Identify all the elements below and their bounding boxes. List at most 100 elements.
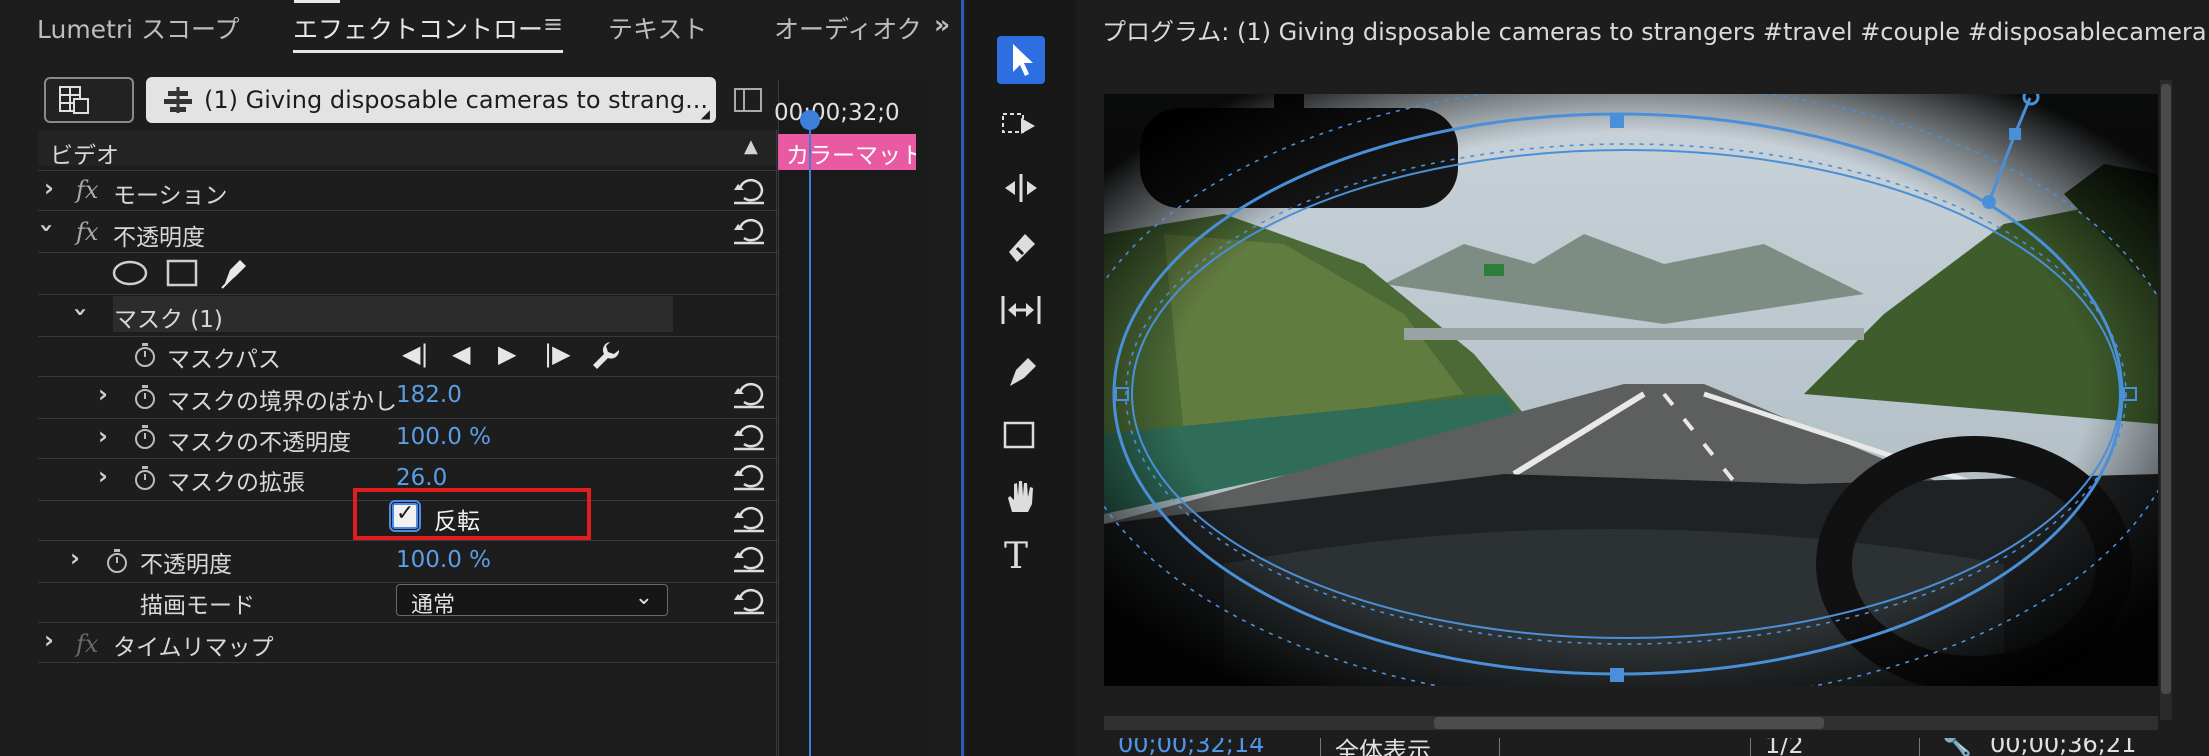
expand-chevron-icon[interactable]: › [70,544,80,572]
video-frame[interactable] [1104,94,2158,686]
mask-feather-label: マスクの境界のぼかし [167,389,397,415]
video-section-header [38,130,778,166]
rectangle-tool-icon[interactable] [1002,418,1040,454]
stopwatch-icon[interactable] [134,384,156,410]
expand-chevron-icon[interactable]: › [44,626,54,654]
tab-audio-clip[interactable]: オーディオクリ [774,10,924,46]
row-divider [38,294,778,295]
master-clip-button[interactable] [44,77,134,123]
reset-icon[interactable] [732,380,766,410]
sequence-icon [164,87,192,113]
track-forward-frame-icon[interactable]: |▶ [544,340,571,368]
row-divider [38,376,778,377]
resolution-select[interactable]: 1/2 [1750,738,1920,756]
expand-chevron-icon[interactable]: › [98,462,108,490]
pen-tool-icon[interactable] [1004,354,1038,390]
wrench-icon[interactable] [590,340,620,370]
stopwatch-icon[interactable] [134,342,156,368]
ripple-edit-tool-icon[interactable] [1001,170,1041,206]
slip-tool-icon[interactable] [1000,292,1042,328]
hand-tool-icon[interactable] [1002,478,1040,516]
expand-chevron-icon[interactable]: › [98,380,108,408]
blend-mode-select[interactable]: 通常 ⌄ [396,584,668,618]
mask-label[interactable]: マスク (1) [114,300,223,334]
timeline-timecode: 00;00;32;0 [774,100,900,126]
fx-icon[interactable]: fx [76,630,98,658]
reset-icon[interactable] [732,586,766,616]
track-backward-icon[interactable]: ◀ [452,340,470,368]
reset-icon[interactable] [732,176,766,206]
rectangle-mask-icon[interactable] [166,258,200,288]
horizontal-scroll-thumb[interactable] [1434,717,1824,729]
opacity-property-label: 不透明度 [140,552,232,578]
clip-name: (1) Giving disposable cameras to strang.… [204,86,708,114]
expand-chevron-icon[interactable]: › [44,174,54,202]
vertical-scroll-thumb[interactable] [2161,84,2171,694]
track-forward-icon[interactable]: ▶ [498,340,516,368]
collapse-chevron-icon[interactable]: › [67,307,95,317]
stopwatch-icon[interactable] [106,548,128,574]
track-backward-frame-icon[interactable]: ◀| [402,340,429,368]
playhead-handle[interactable] [800,110,820,130]
track-select-tool-icon[interactable] [1001,108,1041,144]
selection-tool-icon[interactable] [1007,42,1037,78]
program-timecode[interactable]: 00;00;32;14 [1118,738,1264,756]
timeline-toggle-icon[interactable] [734,88,762,112]
time-remap-label: タイムリマップ [113,635,274,661]
reset-icon[interactable] [732,216,766,246]
collapse-up-icon[interactable]: ▲ [744,136,758,157]
active-tab-underline [293,50,563,53]
settings-wrench-icon[interactable]: 🔧 [1942,738,1972,756]
blend-mode-label: 描画モード [140,593,255,619]
chevron-down-icon: ⌄ [634,585,653,610]
reset-icon[interactable] [732,544,766,574]
reset-icon[interactable] [732,504,766,534]
tab-top-accent [294,0,340,3]
mini-timeline[interactable] [778,80,929,756]
effect-motion-label: モーション [113,183,228,209]
opacity-property-value[interactable]: 100.0 % [396,547,491,573]
playhead[interactable] [809,112,811,756]
zoom-fit-select[interactable]: 全体表示 [1320,738,1500,756]
video-section-label: ビデオ [50,143,119,169]
mask-path-label: マスクパス [167,347,281,373]
tab-lumetri-scopes[interactable]: Lumetri スコープ [37,10,240,46]
clip-selector[interactable]: (1) Giving disposable cameras to strang.… [146,77,716,123]
row-divider [38,458,778,459]
invert-label: 反転 [434,509,480,535]
mask-expansion-label: マスクの拡張 [167,470,305,496]
row-divider [38,210,778,211]
ellipse-mask-icon[interactable] [112,258,148,288]
fx-icon[interactable]: fx [76,176,98,204]
row-divider [38,418,778,419]
program-monitor-title: プログラム: (1) Giving disposable cameras to … [1102,18,2209,46]
tab-text[interactable]: テキスト [608,10,707,46]
row-divider [38,662,778,663]
monitor-bottom-bar: 00;00;32;14 全体表示 1/2 🔧 00;00;36;21 [1104,738,2184,756]
mask-opacity-value[interactable]: 100.0 % [396,424,491,450]
color-matte-clip[interactable]: カラーマット [778,134,916,170]
tab-effect-controls[interactable]: エフェクトコントロール [293,10,543,46]
clip-grid-icon [59,86,89,114]
zoom-fit-value: 全体表示 [1335,738,1431,756]
row-divider [38,622,778,623]
reset-icon[interactable] [732,462,766,492]
row-divider [38,252,778,253]
collapse-chevron-icon[interactable]: › [33,223,61,233]
reset-icon[interactable] [732,422,766,452]
program-duration: 00;00;36;21 [1990,738,2137,756]
double-chevron-right-icon[interactable]: » [934,10,950,39]
invert-checkbox[interactable]: ✓ [389,500,421,532]
pen-mask-icon[interactable] [218,256,250,290]
razor-tool-icon[interactable] [1003,230,1039,266]
column-divider [776,130,777,756]
mask-feather-value[interactable]: 182.0 [396,382,462,408]
expand-chevron-icon[interactable]: › [98,422,108,450]
stopwatch-icon[interactable] [134,424,156,450]
fx-icon[interactable]: fx [76,218,98,246]
row-divider [38,170,778,171]
blend-mode-value: 通常 [411,593,456,618]
stopwatch-icon[interactable] [134,465,156,491]
type-tool-icon[interactable]: T [1004,536,1028,577]
hamburger-icon[interactable]: ≡ [543,10,563,38]
